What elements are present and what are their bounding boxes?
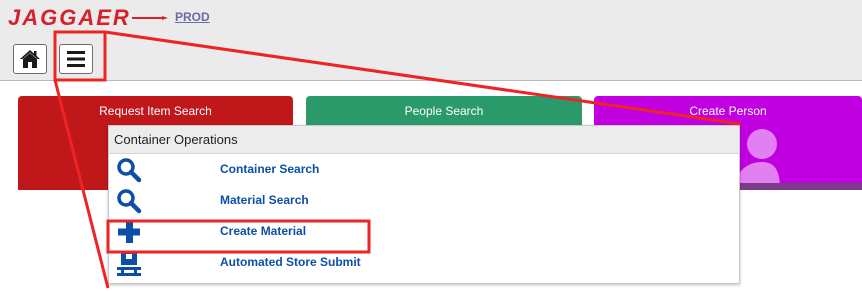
- menu-item-container-search[interactable]: Container Search: [109, 154, 739, 185]
- menu-header: Container Operations: [109, 126, 739, 154]
- store-submit-icon: [117, 251, 141, 276]
- plus-icon: [118, 221, 140, 243]
- tile-label: Create Person: [689, 104, 767, 118]
- hamburger-menu-icon: [67, 51, 85, 67]
- menu-item-label: Create Material: [220, 224, 307, 238]
- environment-link[interactable]: PROD: [175, 10, 210, 24]
- search-icon: [117, 189, 142, 214]
- menu-item-create-material[interactable]: Create Material: [109, 216, 739, 247]
- header-divider: [0, 80, 862, 81]
- tile-label: People Search: [404, 104, 484, 118]
- menu-item-label: Automated Store Submit: [220, 255, 361, 269]
- tile-footer-strip: [740, 183, 862, 190]
- top-bar: JAGGAER PROD: [0, 0, 862, 81]
- menu-item-automated-store-submit[interactable]: Automated Store Submit: [109, 247, 739, 278]
- home-button[interactable]: [13, 44, 47, 74]
- search-icon: [117, 158, 142, 183]
- menu-item-material-search[interactable]: Material Search: [109, 185, 739, 216]
- home-icon: [20, 50, 40, 68]
- jaggaer-logo: JAGGAER: [8, 5, 168, 30]
- container-operations-menu: Container Operations Container Search Ma…: [108, 125, 740, 284]
- logo-text: JAGGAER: [8, 5, 131, 30]
- menu-item-label: Material Search: [220, 193, 309, 207]
- tile-label: Request Item Search: [99, 104, 212, 118]
- menu-item-label: Container Search: [220, 162, 320, 176]
- logo-arrow-icon: [132, 16, 168, 20]
- main-menu-button[interactable]: [59, 44, 93, 74]
